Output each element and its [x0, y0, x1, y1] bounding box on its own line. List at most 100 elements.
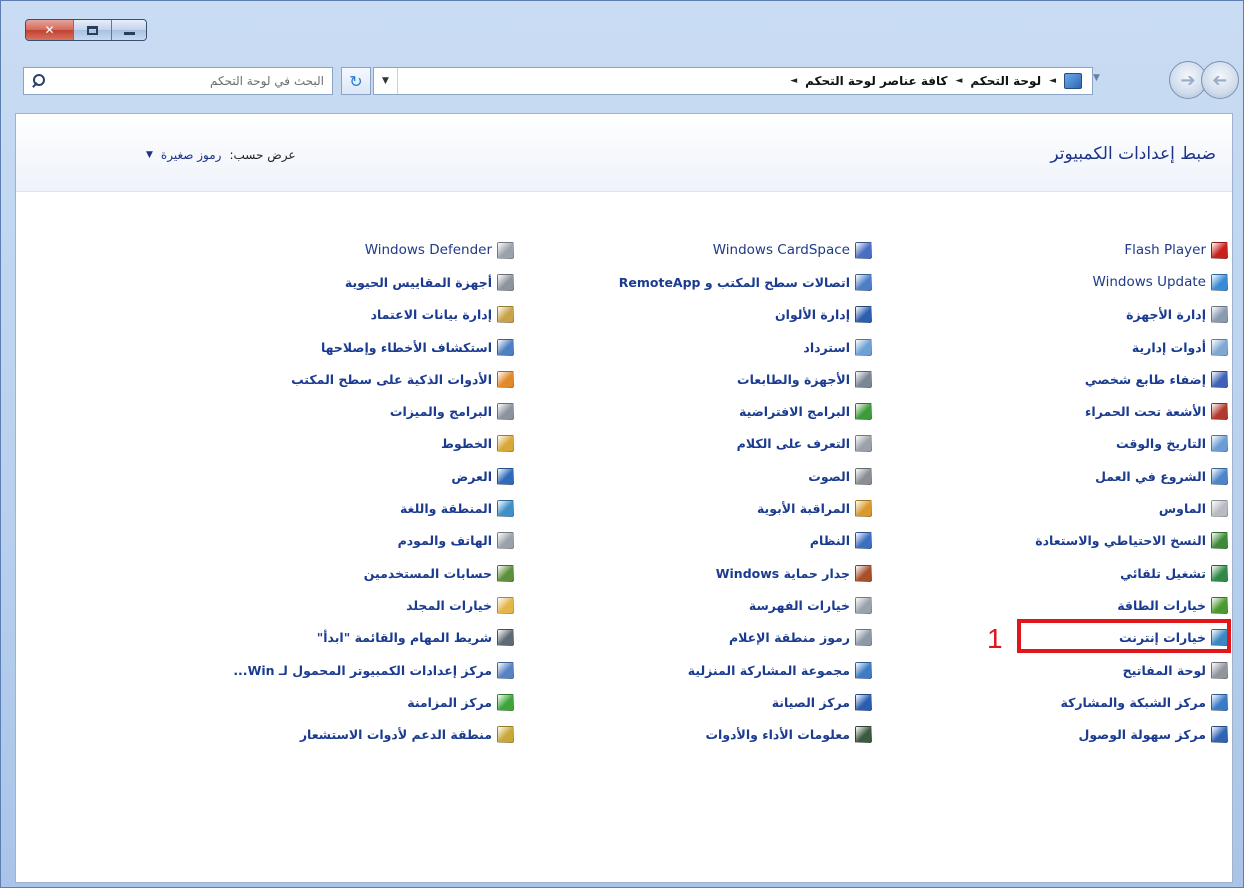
forward-arrow-icon: ➔: [1180, 69, 1196, 91]
refresh-button[interactable]: ↻: [341, 67, 371, 95]
control-panel-item[interactable]: أدوات إدارية: [948, 331, 1228, 363]
close-button[interactable]: ✕: [26, 20, 74, 40]
control-panel-item[interactable]: الصوت: [552, 460, 872, 492]
control-panel-item[interactable]: إضفاء طابع شخصي: [948, 363, 1228, 395]
control-panel-item[interactable]: Windows Update: [948, 266, 1228, 298]
control-panel-item[interactable]: معلومات الأداء والأدوات: [552, 718, 872, 750]
region-language-icon: [497, 500, 514, 518]
fonts-icon: [497, 435, 514, 453]
control-panel-item[interactable]: شريط المهام والقائمة "ابدأ": [94, 622, 514, 654]
view-by-control: عرض حسب: رموز صغيرة ▼: [146, 148, 296, 162]
control-panel-item[interactable]: مركز سهولة الوصول: [948, 718, 1228, 750]
control-panel-item[interactable]: Windows CardSpace: [552, 234, 872, 266]
control-panel-item[interactable]: استكشاف الأخطاء وإصلاحها: [94, 331, 514, 363]
control-panel-item[interactable]: الأدوات الذكية على سطح المكتب: [94, 363, 514, 395]
control-panel-item-label: Windows CardSpace: [712, 242, 850, 259]
control-panel-item[interactable]: مركز المزامنة: [94, 686, 514, 718]
control-panel-item[interactable]: خيارات الطاقة: [948, 589, 1228, 621]
search-icon[interactable]: [32, 74, 46, 88]
back-button[interactable]: ➔: [1201, 61, 1239, 99]
control-panel-item[interactable]: المراقبة الأبوية: [552, 492, 872, 524]
control-panel-item[interactable]: رموز منطقة الإعلام: [552, 622, 872, 654]
notification-icons-icon: [855, 629, 872, 647]
control-panel-item[interactable]: مركز الشبكة والمشاركة: [948, 686, 1228, 718]
control-panel-item-label: استكشاف الأخطاء وإصلاحها: [320, 339, 492, 355]
ease-of-access-icon: [1211, 726, 1228, 744]
control-panel-item-label: الشروع في العمل: [1095, 468, 1206, 484]
restore-button[interactable]: [74, 20, 112, 40]
address-bar[interactable]: ▼ ◄ لوحة التحكم ◄ كافة عناصر لوحة التحكم…: [373, 67, 1093, 95]
breadcrumb-control-panel[interactable]: لوحة التحكم: [970, 74, 1041, 88]
backup-restore-icon: [1211, 532, 1228, 550]
control-panel-item[interactable]: البرامج والميزات: [94, 395, 514, 427]
credential-manager-icon: [497, 306, 514, 324]
control-panel-item[interactable]: مركز إعدادات الكمبيوتر المحمول لـ Win...: [94, 654, 514, 686]
control-panel-item-label: الخطوط: [441, 436, 492, 452]
programs-features-icon: [497, 403, 514, 421]
color-management-icon: [855, 306, 872, 324]
back-arrow-icon: ➔: [1212, 69, 1228, 91]
control-panel-item[interactable]: أجهزة المقاييس الحيوية: [94, 266, 514, 298]
troubleshooting-icon: [497, 338, 514, 356]
mouse-icon: [1211, 500, 1228, 518]
breadcrumb-arrow-icon[interactable]: ◄: [1049, 76, 1056, 86]
control-panel-item[interactable]: جدار حماية Windows: [552, 557, 872, 589]
view-by-dropdown[interactable]: رموز صغيرة: [161, 148, 222, 162]
control-panel-item-label: خيارات المجلد: [406, 597, 492, 613]
items-column-middle: Windows CardSpace اتصالات سطح المكتب و Re…: [552, 234, 872, 751]
speech-recognition-icon: [855, 435, 872, 453]
control-panel-item[interactable]: إدارة الألوان: [552, 299, 872, 331]
control-panel-item-label: مجموعة المشاركة المنزلية: [687, 662, 850, 678]
breadcrumb-arrow-icon[interactable]: ◄: [955, 76, 962, 86]
chevron-down-icon[interactable]: ▼: [146, 150, 153, 160]
control-panel-item[interactable]: خيارات المجلد: [94, 589, 514, 621]
control-panel-item[interactable]: الخطوط: [94, 428, 514, 460]
control-panel-item[interactable]: الهاتف والمودم: [94, 525, 514, 557]
control-panel-item[interactable]: Flash Player: [948, 234, 1228, 266]
page-title: ضبط إعدادات الكمبيوتر: [1050, 144, 1216, 164]
content-area: ضبط إعدادات الكمبيوتر عرض حسب: رموز صغير…: [15, 113, 1233, 883]
control-panel-item[interactable]: النظام: [552, 525, 872, 557]
performance-info-icon: [855, 726, 872, 744]
control-panel-item[interactable]: العرض: [94, 460, 514, 492]
breadcrumb-arrow-icon[interactable]: ◄: [790, 76, 797, 86]
minimize-button[interactable]: [112, 20, 146, 40]
biometric-devices-icon: [497, 273, 514, 291]
sound-icon: [855, 467, 872, 485]
control-panel-item-label: رموز منطقة الإعلام: [728, 630, 850, 646]
control-panel-item[interactable]: الأجهزة والطابعات: [552, 363, 872, 395]
control-panel-item[interactable]: مجموعة المشاركة المنزلية: [552, 654, 872, 686]
items-column-left: Windows Defender أجهزة المقاييس الحيوية إد…: [94, 234, 514, 751]
control-panel-item[interactable]: الماوس: [948, 492, 1228, 524]
control-panel-item[interactable]: مركز الصيانة: [552, 686, 872, 718]
control-panel-item[interactable]: لوحة المفاتيح: [948, 654, 1228, 686]
control-panel-item[interactable]: المنطقة واللغة: [94, 492, 514, 524]
control-panel-item-label: المنطقة واللغة: [399, 501, 492, 517]
control-panel-item[interactable]: التاريخ والوقت: [948, 428, 1228, 460]
control-panel-item[interactable]: خيارات الفهرسة: [552, 589, 872, 621]
control-panel-item[interactable]: إدارة الأجهزة: [948, 299, 1228, 331]
control-panel-item-label: تشغيل تلقائي: [1120, 565, 1206, 581]
control-panel-item[interactable]: الشروع في العمل: [948, 460, 1228, 492]
search-placeholder: البحث في لوحة التحكم: [210, 74, 324, 88]
search-input[interactable]: البحث في لوحة التحكم: [23, 67, 333, 95]
control-panel-item[interactable]: Windows Defender: [94, 234, 514, 266]
control-panel-item[interactable]: النسخ الاحتياطي والاستعادة: [948, 525, 1228, 557]
control-panel-item-label: اتصالات سطح المكتب و RemoteApp: [618, 274, 850, 290]
control-panel-item-label: أجهزة المقاييس الحيوية: [344, 274, 492, 290]
breadcrumb-all-items[interactable]: كافة عناصر لوحة التحكم: [805, 74, 947, 88]
control-panel-item[interactable]: التعرف على الكلام: [552, 428, 872, 460]
control-panel-item[interactable]: تشغيل تلقائي: [948, 557, 1228, 589]
control-panel-item-label: مركز الشبكة والمشاركة: [1060, 694, 1206, 710]
recent-pages-dropdown[interactable]: ▼: [1093, 73, 1100, 83]
control-panel-item[interactable]: منطقة الدعم لأدوات الاستشعار: [94, 718, 514, 750]
control-panel-item[interactable]: إدارة بيانات الاعتماد: [94, 299, 514, 331]
control-panel-item[interactable]: حسابات المستخدمين: [94, 557, 514, 589]
control-panel-item[interactable]: اتصالات سطح المكتب و RemoteApp: [552, 266, 872, 298]
control-panel-item[interactable]: الأشعة تحت الحمراء: [948, 395, 1228, 427]
address-dropdown-button[interactable]: ▼: [374, 68, 398, 94]
control-panel-item[interactable]: البرامج الافتراضية: [552, 395, 872, 427]
default-programs-icon: [855, 403, 872, 421]
control-panel-item[interactable]: استرداد: [552, 331, 872, 363]
date-time-icon: [1211, 435, 1228, 453]
